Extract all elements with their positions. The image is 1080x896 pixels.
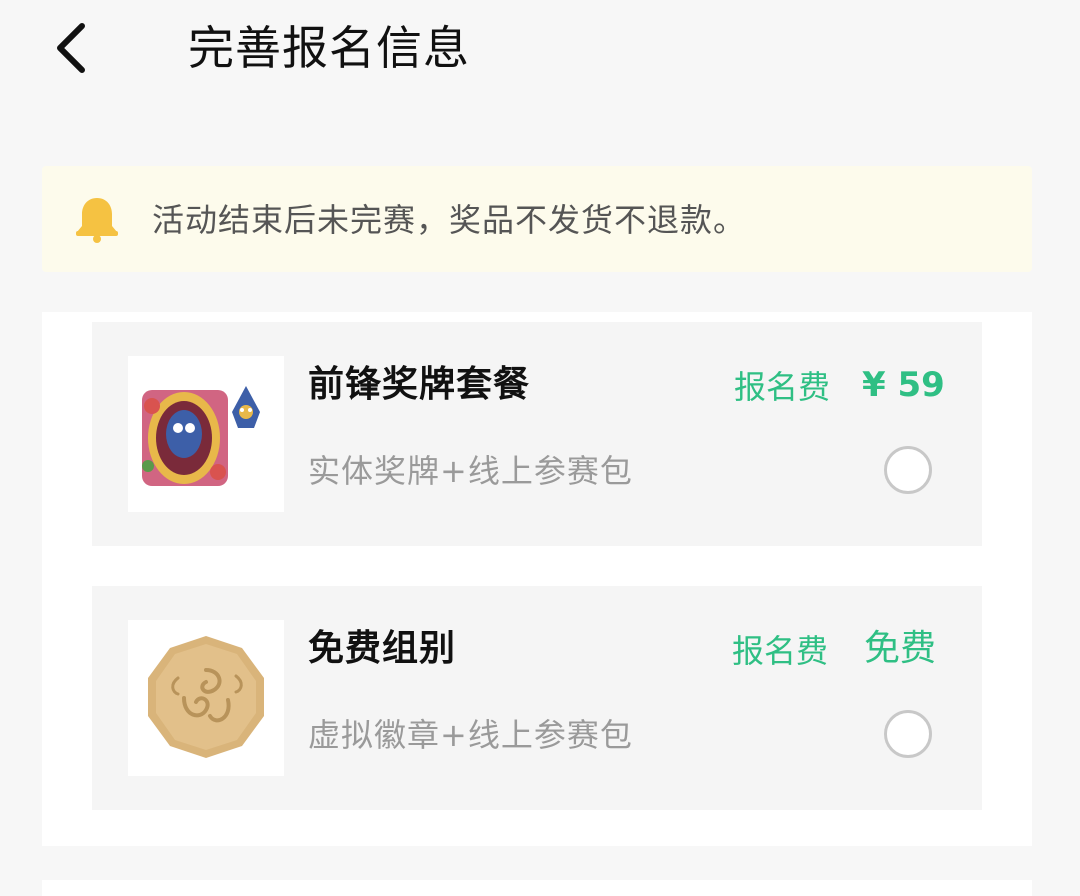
option-radio[interactable] [884,446,932,494]
back-button[interactable] [44,18,104,78]
fee-label: 报名费 [734,368,831,406]
notice-text: 活动结束后未完赛，奖品不发货不退款。 [152,201,747,239]
header-bar: 完善报名信息 [0,0,1080,100]
option-description: 虚拟徽章+线上参赛包 [308,716,633,754]
option-radio[interactable] [884,710,932,758]
fee-label: 报名费 [732,632,829,670]
virtual-badge-image [128,620,284,776]
option-free-group[interactable]: 免费组别 虚拟徽章+线上参赛包 报名费 免费 [92,586,982,810]
fee-value: 免费 [864,628,937,669]
bell-icon [76,198,118,243]
page-title: 完善报名信息 [188,21,470,75]
option-name: 前锋奖牌套餐 [308,364,531,405]
option-description: 实体奖牌+线上参赛包 [308,452,633,490]
option-medal-package[interactable]: 前锋奖牌套餐 实体奖牌+线上参赛包 报名费 ¥ 59 [92,322,982,546]
medal-package-image [128,356,284,512]
fee-value: ¥ 59 [862,365,945,405]
next-section-edge [42,880,1032,896]
chevron-left-icon [57,23,85,73]
option-name: 免费组别 [308,628,457,669]
